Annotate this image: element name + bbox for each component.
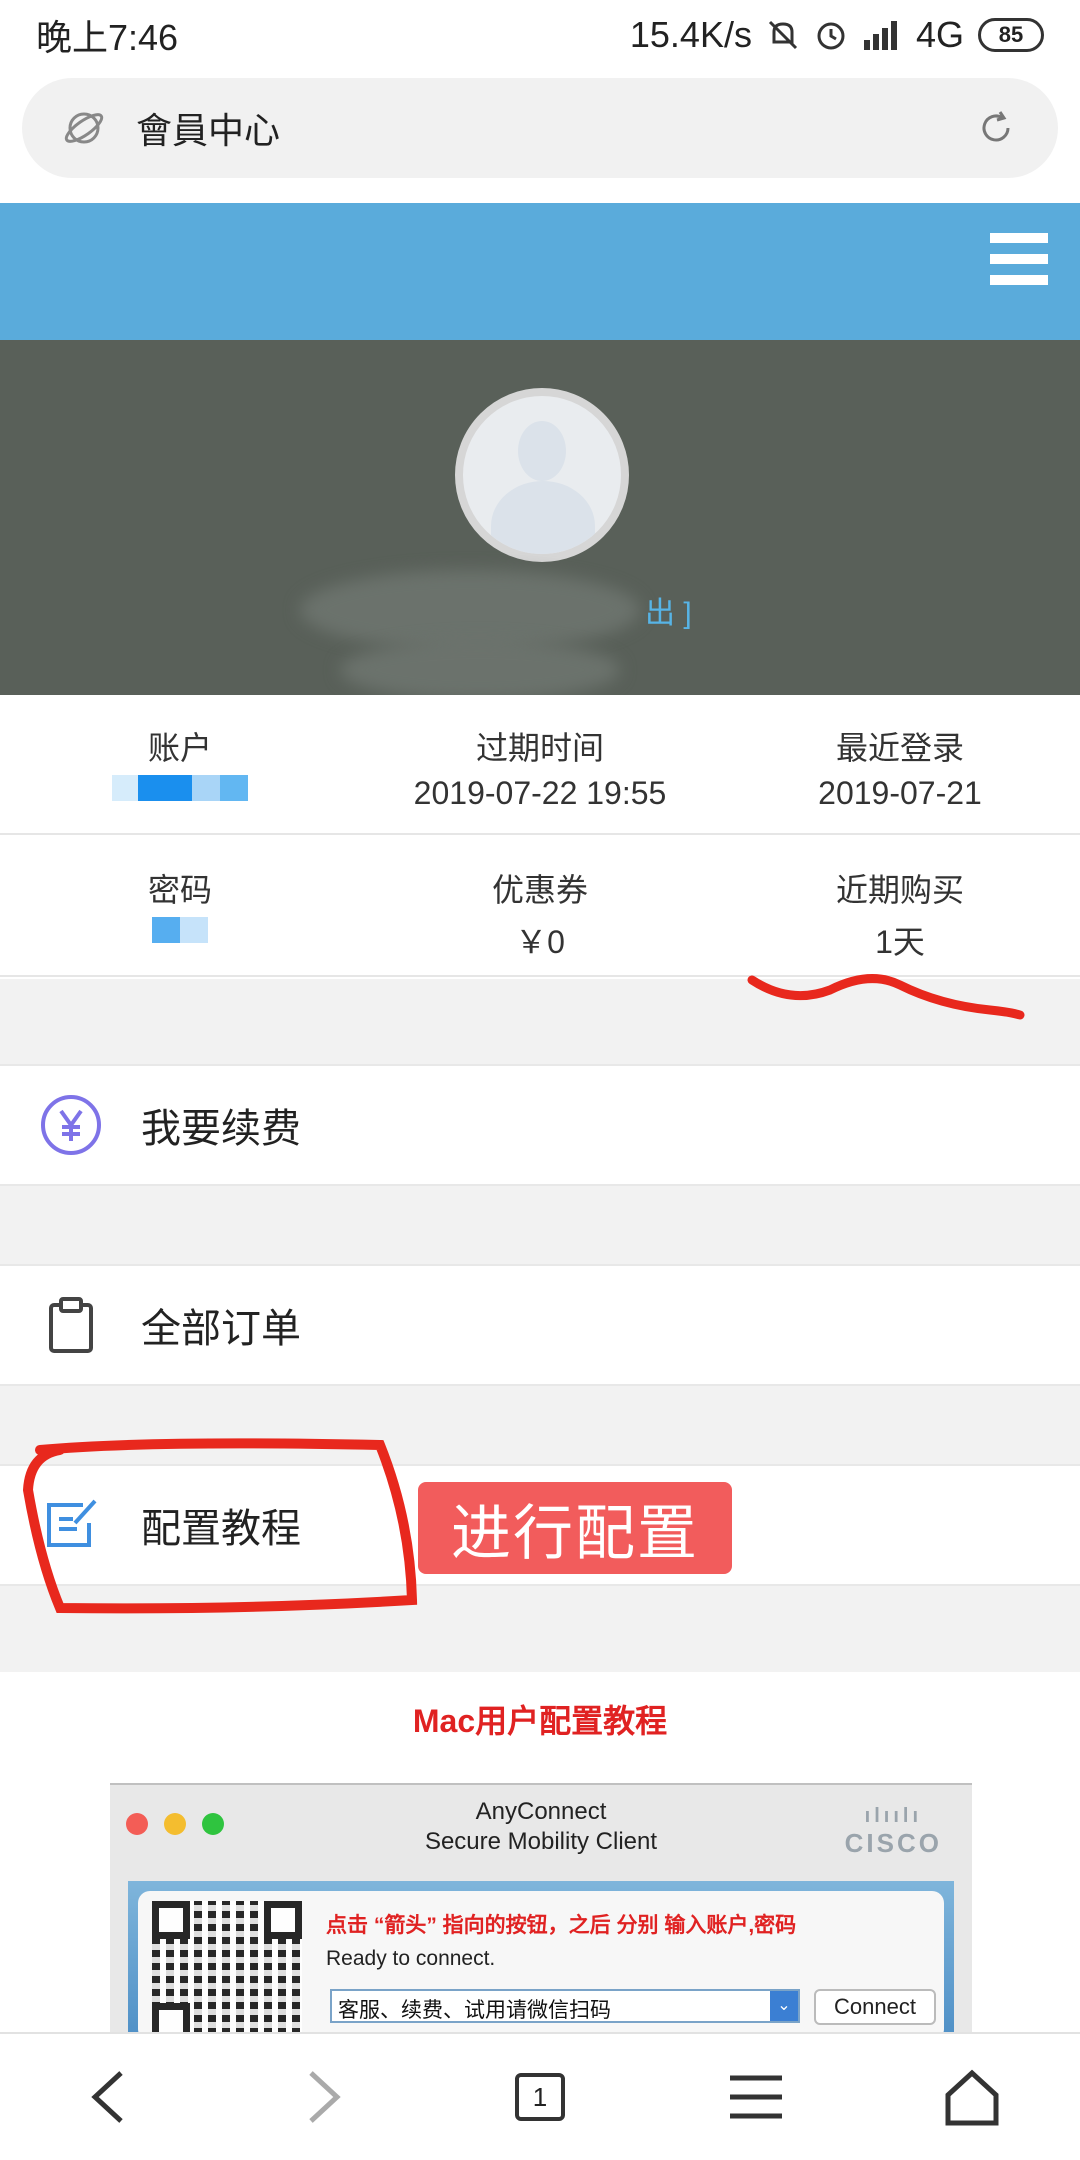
yen-icon [36,1090,106,1160]
edit-note-icon [36,1490,106,1560]
section-divider [0,979,1080,1064]
connect-button[interactable]: Connect [814,1989,936,2025]
stat-password: 密码 [0,837,360,975]
stat-recent-purchase: 近期购买 1天 [720,837,1080,975]
browser-bottom-nav: 1 [0,2032,1080,2160]
status-bar: 晚上7:46 15.4K/s 4G 85 [0,0,1080,70]
clipboard-icon [36,1290,106,1360]
battery-icon: 85 [978,18,1044,52]
logout-link[interactable]: 出 ] [645,588,692,632]
tutorial-heading: Mac用户配置教程 [412,1703,668,1739]
status-time: 晚上7:46 [36,17,179,58]
wechat-qr-code [152,1901,302,2033]
stat-recent-purchase-label: 近期购买 [835,872,964,908]
mute-icon [768,20,798,50]
client-panel: 点击 “箭头” 指向的按钮，之后 分别 输入账户,密码 Ready to con… [128,1881,954,2033]
signal-icon [863,21,897,50]
server-dropdown-value: 客服、续费、试用请微信扫码 [338,1999,611,2022]
stat-account-label: 账户 [147,730,212,766]
account-stats-row-1: 账户 过期时间 2019-07-22 19:55 最近登录 2019-07-21 [0,695,1080,835]
annotation-badge: 进行配置 [418,1482,732,1574]
hamburger-menu-icon[interactable] [990,233,1048,293]
stat-expire: 过期时间 2019-07-22 19:55 [360,695,720,833]
refresh-icon[interactable] [974,106,1018,150]
alarm-icon [817,22,845,50]
net-speed: 15.4K/s [629,14,752,55]
stat-expire-value: 2019-07-22 19:55 [413,775,667,811]
section-divider [0,1586,1080,1672]
stat-last-login-value: 2019-07-21 [818,775,982,811]
cisco-logo: ılıılı CISCO [844,1805,942,1858]
menu-item-orders[interactable]: 全部订单 [0,1264,1080,1386]
menu-item-label: 全部订单 [141,1307,301,1351]
page-title: 會員中心 [136,110,281,151]
stat-coupon-value: ￥0 [515,924,565,960]
menu-item-renew[interactable]: 我要续费 [0,1064,1080,1186]
hamburger-icon[interactable] [706,2047,806,2147]
section-divider [0,1184,1080,1264]
window-title: AnyConnect Secure Mobility Client [110,1797,972,1857]
stat-account: 账户 [0,695,360,833]
connection-status: Ready to connect. [326,1947,496,1970]
avatar [455,388,629,562]
status-icons: 15.4K/s 4G 85 [630,14,1044,56]
stat-password-label: 密码 [147,872,212,908]
stat-recent-purchase-value: 1天 [875,924,925,960]
tabs-button[interactable]: 1 [490,2047,590,2147]
planet-icon [64,112,104,144]
anyconnect-screenshot: AnyConnect Secure Mobility Client ılıılı… [110,1783,972,2033]
network-type: 4G [915,14,964,55]
section-divider [0,1384,1080,1464]
back-icon[interactable] [58,2047,158,2147]
url-bar[interactable]: 會員中心 [22,78,1058,178]
instruction-note: 点击 “箭头” 指向的按钮，之后 分别 输入账户,密码 [326,1914,797,1937]
window-title-line-1: AnyConnect [475,1798,607,1825]
stat-coupon: 优惠券 ￥0 [360,837,720,975]
stat-coupon-label: 优惠券 [491,872,588,908]
home-icon[interactable] [922,2047,1022,2147]
redacted-account-value [112,775,248,801]
account-stats-row-2: 密码 优惠券 ￥0 近期购买 1天 [0,837,1080,977]
profile-section: 出 ] [0,340,1080,700]
tab-count: 1 [515,2073,565,2121]
chevron-down-icon[interactable]: ⌄ [770,1991,798,2021]
redacted-password-value [152,917,208,943]
stat-last-login: 最近登录 2019-07-21 [720,695,1080,833]
window-title-line-2: Secure Mobility Client [424,1828,658,1855]
menu-item-label: 我要续费 [141,1107,301,1151]
forward-icon[interactable] [274,2047,374,2147]
server-dropdown[interactable]: 客服、续费、试用请微信扫码 ⌄ [330,1989,800,2023]
cisco-logo-text: CISCO [844,1828,942,1858]
stat-last-login-label: 最近登录 [835,730,964,766]
stat-expire-label: 过期时间 [475,730,604,766]
menu-item-label: 配置教程 [141,1507,301,1551]
site-header [0,203,1080,340]
